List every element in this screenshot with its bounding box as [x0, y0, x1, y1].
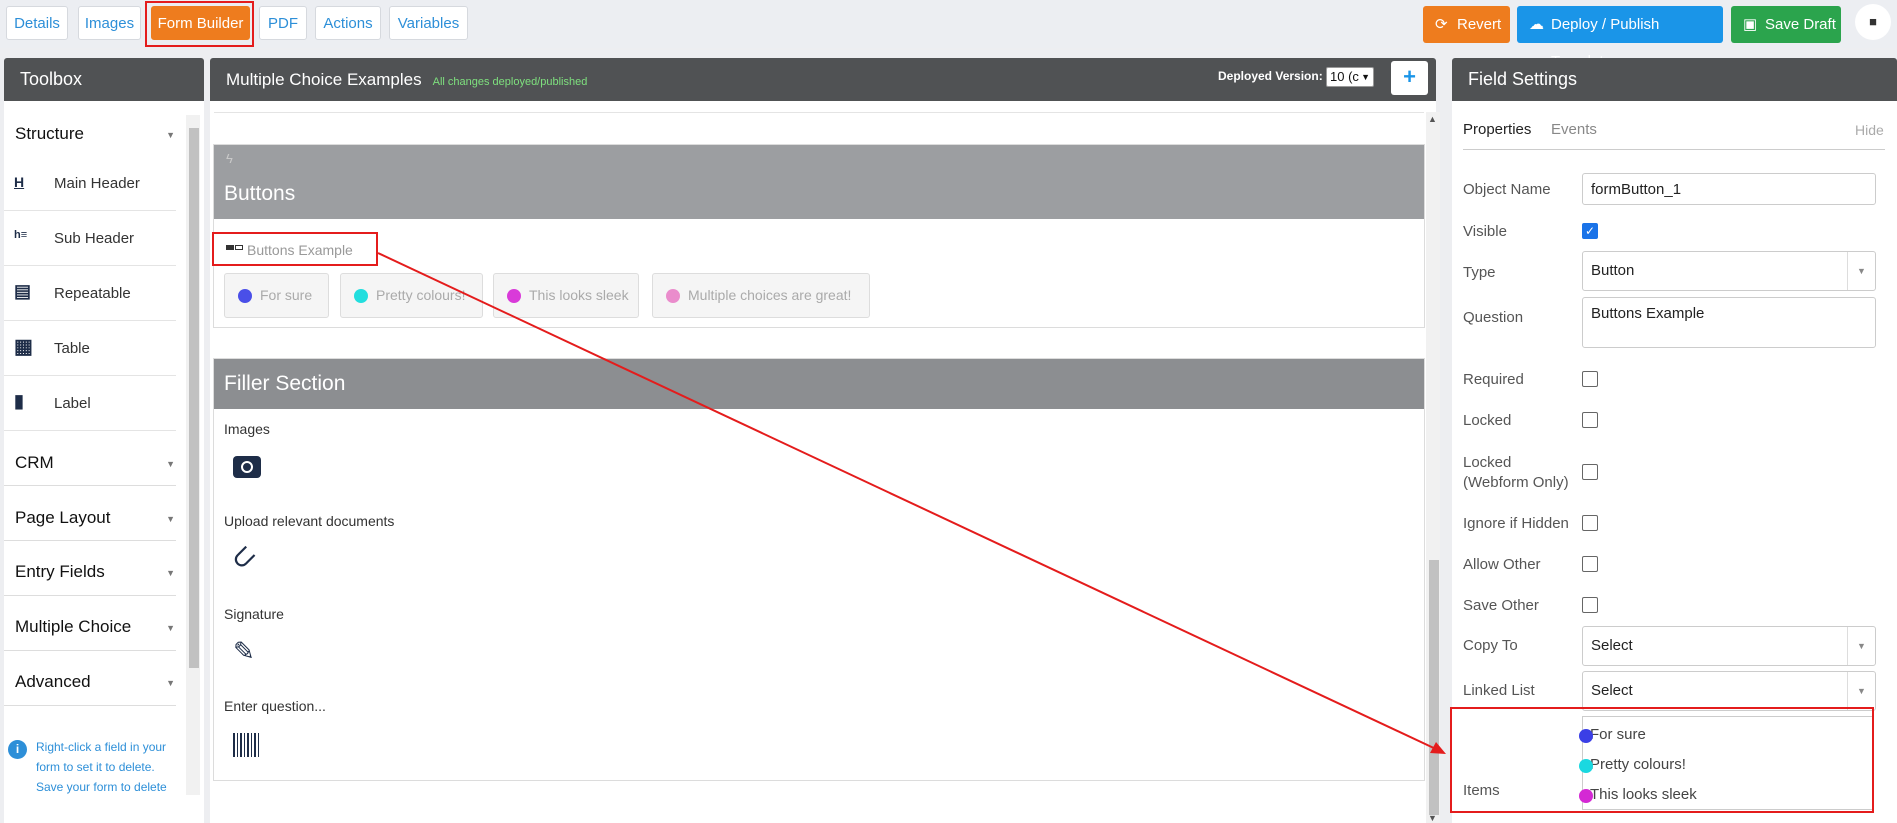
- annotation-arrow: [377, 252, 1446, 754]
